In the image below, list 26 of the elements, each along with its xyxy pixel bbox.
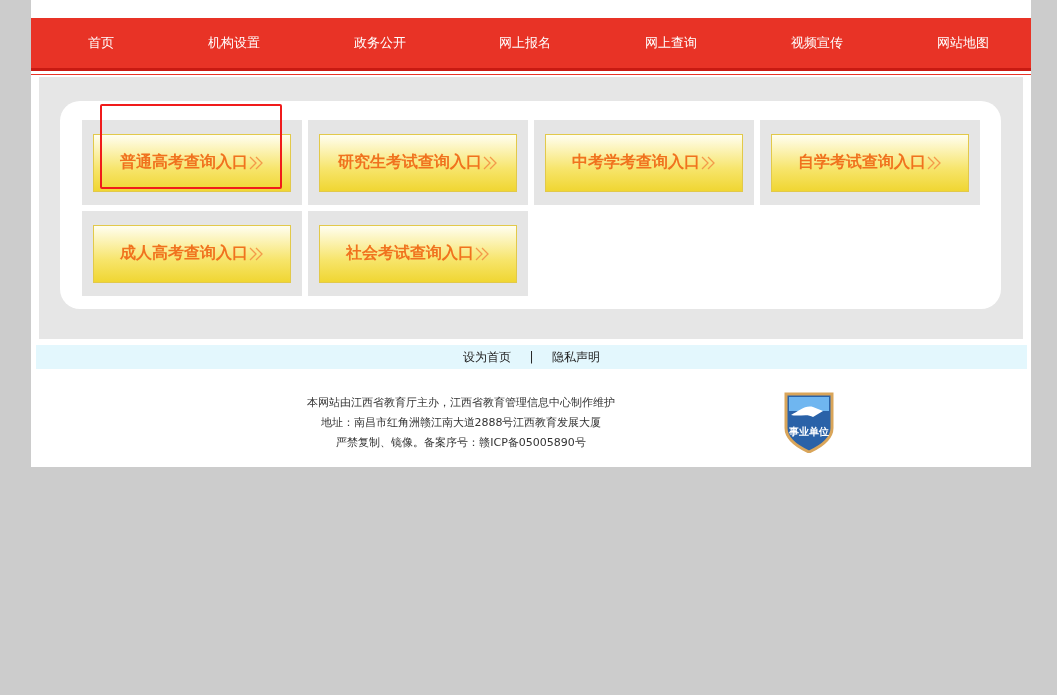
double-chevron-icon [249,155,264,170]
nav-link[interactable]: 机构设置 [207,34,260,52]
nav-link[interactable]: 网站地图 [936,34,989,52]
double-chevron-icon [475,246,490,261]
query-entry-button[interactable]: 中考学考查询入口 [545,133,743,192]
footer-link[interactable]: 设为首页 [463,348,512,366]
nav-link[interactable]: 网上查询 [645,34,698,52]
double-chevron-icon [927,155,942,170]
double-chevron-icon [249,246,264,261]
footer-link[interactable]: 隐私声明 [551,348,600,366]
footer-text: 严禁复制、镜像。备案序号：赣ICP备05005890号 [336,434,586,450]
nav-link[interactable]: 政务公开 [353,34,406,52]
query-entry-button[interactable]: 成人高考查询入口 [93,224,291,283]
link-separator: | [529,350,534,364]
footer-text: 本网站由江西省教育厅主办，江西省教育管理信息中心制作维护 [307,394,615,410]
nav-link[interactable]: 视频宣传 [791,34,844,52]
nav-link[interactable]: 首页 [88,34,114,52]
footer-text: 地址：南昌市红角洲赣江南大道2888号江西教育发展大厦 [320,414,602,430]
double-chevron-icon [483,155,498,170]
badge-icon: 事业单位 [783,391,835,453]
nav-link[interactable]: 网上报名 [499,34,552,52]
double-chevron-icon [701,155,716,170]
query-entry-button[interactable]: 普通高考查询入口 [93,133,291,192]
query-entry-button[interactable]: 自学考试查询入口 [771,133,969,192]
query-entry-button[interactable]: 社会考试查询入口 [319,224,517,283]
query-entry-button[interactable]: 研究生考试查询入口 [319,133,517,192]
